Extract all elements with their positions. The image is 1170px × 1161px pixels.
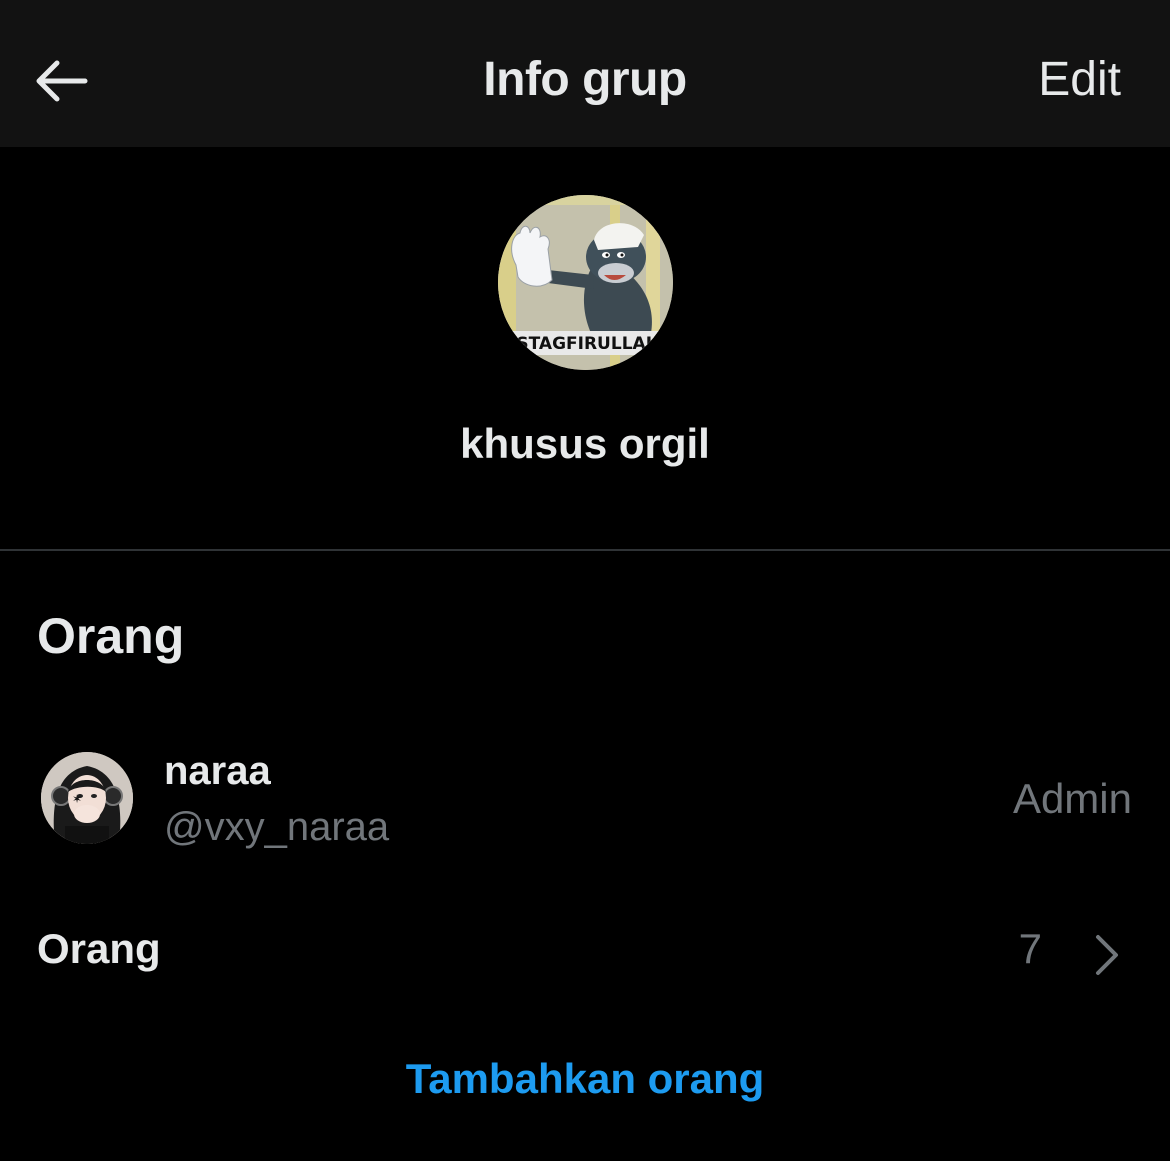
group-avatar-caption: ISTAGFIRULLAH — [510, 334, 660, 354]
svg-text:✶: ✶ — [72, 792, 82, 806]
add-people-button[interactable]: Tambahkan orang — [0, 1055, 1170, 1103]
people-count: 7 — [1018, 925, 1042, 972]
top-app-bar: Info grup Edit — [0, 0, 1170, 147]
member-avatar-image: ✶ — [41, 752, 133, 844]
chevron-right-icon — [1096, 935, 1118, 975]
people-row-label: Orang — [37, 925, 161, 972]
group-name: khusus orgil — [460, 420, 710, 467]
people-list-row[interactable]: Orang 7 — [0, 915, 1170, 995]
member-name: naraa — [164, 749, 271, 793]
avatar: ✶ — [41, 752, 133, 844]
people-section-title: Orang — [37, 608, 185, 664]
edit-button[interactable]: Edit — [1038, 52, 1121, 107]
group-avatar[interactable]: ISTAGFIRULLAH — [498, 195, 673, 370]
member-role-badge: Admin — [1012, 775, 1132, 822]
page-title: Info grup — [483, 53, 687, 106]
group-avatar-image: ISTAGFIRULLAH — [498, 195, 673, 370]
member-handle: @vxy_naraa — [164, 805, 390, 849]
member-row[interactable]: ✶ naraa @vxy_naraa Admin — [0, 735, 1170, 865]
section-divider — [0, 549, 1170, 551]
